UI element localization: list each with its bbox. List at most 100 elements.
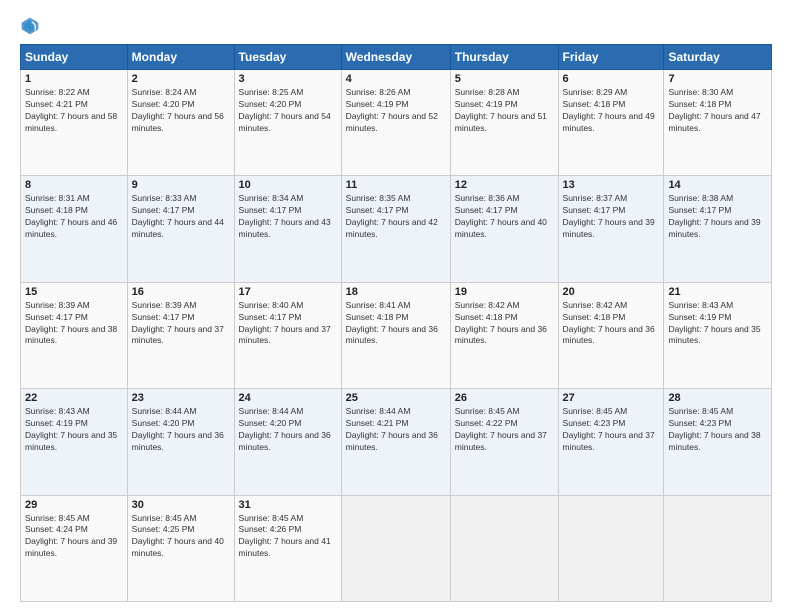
weekday-header-wednesday: Wednesday [341, 45, 450, 70]
day-info: Sunrise: 8:36 AMSunset: 4:17 PMDaylight:… [455, 193, 547, 239]
day-number: 26 [455, 392, 554, 404]
calendar-cell: 16 Sunrise: 8:39 AMSunset: 4:17 PMDaylig… [127, 282, 234, 388]
calendar-cell: 29 Sunrise: 8:45 AMSunset: 4:24 PMDaylig… [21, 495, 128, 601]
day-number: 27 [563, 392, 660, 404]
day-info: Sunrise: 8:25 AMSunset: 4:20 PMDaylight:… [239, 87, 331, 133]
logo [20, 16, 48, 36]
calendar-cell [558, 495, 664, 601]
day-info: Sunrise: 8:45 AMSunset: 4:23 PMDaylight:… [563, 406, 655, 452]
day-info: Sunrise: 8:39 AMSunset: 4:17 PMDaylight:… [25, 300, 117, 346]
calendar-cell: 20 Sunrise: 8:42 AMSunset: 4:18 PMDaylig… [558, 282, 664, 388]
day-number: 4 [346, 73, 446, 85]
day-info: Sunrise: 8:28 AMSunset: 4:19 PMDaylight:… [455, 87, 547, 133]
day-info: Sunrise: 8:34 AMSunset: 4:17 PMDaylight:… [239, 193, 331, 239]
calendar-cell: 30 Sunrise: 8:45 AMSunset: 4:25 PMDaylig… [127, 495, 234, 601]
weekday-header-sunday: Sunday [21, 45, 128, 70]
day-info: Sunrise: 8:30 AMSunset: 4:18 PMDaylight:… [668, 87, 760, 133]
calendar-cell [664, 495, 772, 601]
day-info: Sunrise: 8:33 AMSunset: 4:17 PMDaylight:… [132, 193, 224, 239]
day-info: Sunrise: 8:45 AMSunset: 4:25 PMDaylight:… [132, 513, 224, 559]
calendar-cell: 14 Sunrise: 8:38 AMSunset: 4:17 PMDaylig… [664, 176, 772, 282]
logo-area [20, 16, 48, 36]
day-number: 24 [239, 392, 337, 404]
calendar-cell: 31 Sunrise: 8:45 AMSunset: 4:26 PMDaylig… [234, 495, 341, 601]
week-row-1: 8 Sunrise: 8:31 AMSunset: 4:18 PMDayligh… [21, 176, 772, 282]
header [20, 16, 772, 36]
calendar-cell: 2 Sunrise: 8:24 AMSunset: 4:20 PMDayligh… [127, 70, 234, 176]
calendar-cell: 5 Sunrise: 8:28 AMSunset: 4:19 PMDayligh… [450, 70, 558, 176]
calendar-cell: 21 Sunrise: 8:43 AMSunset: 4:19 PMDaylig… [664, 282, 772, 388]
day-info: Sunrise: 8:26 AMSunset: 4:19 PMDaylight:… [346, 87, 438, 133]
day-info: Sunrise: 8:43 AMSunset: 4:19 PMDaylight:… [25, 406, 117, 452]
calendar-cell: 19 Sunrise: 8:42 AMSunset: 4:18 PMDaylig… [450, 282, 558, 388]
day-number: 7 [668, 73, 767, 85]
day-number: 20 [563, 286, 660, 298]
day-number: 21 [668, 286, 767, 298]
calendar-cell: 8 Sunrise: 8:31 AMSunset: 4:18 PMDayligh… [21, 176, 128, 282]
day-info: Sunrise: 8:40 AMSunset: 4:17 PMDaylight:… [239, 300, 331, 346]
weekday-header-row: SundayMondayTuesdayWednesdayThursdayFrid… [21, 45, 772, 70]
page: SundayMondayTuesdayWednesdayThursdayFrid… [0, 0, 792, 612]
day-number: 30 [132, 499, 230, 511]
calendar-cell [341, 495, 450, 601]
calendar-cell: 15 Sunrise: 8:39 AMSunset: 4:17 PMDaylig… [21, 282, 128, 388]
day-number: 6 [563, 73, 660, 85]
calendar-cell: 9 Sunrise: 8:33 AMSunset: 4:17 PMDayligh… [127, 176, 234, 282]
day-number: 11 [346, 179, 446, 191]
day-number: 2 [132, 73, 230, 85]
calendar-cell: 10 Sunrise: 8:34 AMSunset: 4:17 PMDaylig… [234, 176, 341, 282]
calendar-cell: 7 Sunrise: 8:30 AMSunset: 4:18 PMDayligh… [664, 70, 772, 176]
calendar-cell: 24 Sunrise: 8:44 AMSunset: 4:20 PMDaylig… [234, 389, 341, 495]
day-number: 25 [346, 392, 446, 404]
day-info: Sunrise: 8:43 AMSunset: 4:19 PMDaylight:… [668, 300, 760, 346]
day-info: Sunrise: 8:41 AMSunset: 4:18 PMDaylight:… [346, 300, 438, 346]
day-info: Sunrise: 8:31 AMSunset: 4:18 PMDaylight:… [25, 193, 117, 239]
calendar-table: SundayMondayTuesdayWednesdayThursdayFrid… [20, 44, 772, 602]
day-info: Sunrise: 8:22 AMSunset: 4:21 PMDaylight:… [25, 87, 117, 133]
day-number: 14 [668, 179, 767, 191]
day-number: 23 [132, 392, 230, 404]
day-number: 16 [132, 286, 230, 298]
day-number: 17 [239, 286, 337, 298]
weekday-header-saturday: Saturday [664, 45, 772, 70]
day-info: Sunrise: 8:29 AMSunset: 4:18 PMDaylight:… [563, 87, 655, 133]
day-number: 19 [455, 286, 554, 298]
day-info: Sunrise: 8:24 AMSunset: 4:20 PMDaylight:… [132, 87, 224, 133]
day-info: Sunrise: 8:44 AMSunset: 4:20 PMDaylight:… [132, 406, 224, 452]
calendar-cell: 4 Sunrise: 8:26 AMSunset: 4:19 PMDayligh… [341, 70, 450, 176]
weekday-header-monday: Monday [127, 45, 234, 70]
day-number: 22 [25, 392, 123, 404]
day-number: 12 [455, 179, 554, 191]
weekday-header-friday: Friday [558, 45, 664, 70]
day-number: 3 [239, 73, 337, 85]
calendar-cell: 28 Sunrise: 8:45 AMSunset: 4:23 PMDaylig… [664, 389, 772, 495]
day-info: Sunrise: 8:42 AMSunset: 4:18 PMDaylight:… [563, 300, 655, 346]
calendar-cell: 1 Sunrise: 8:22 AMSunset: 4:21 PMDayligh… [21, 70, 128, 176]
calendar-cell: 25 Sunrise: 8:44 AMSunset: 4:21 PMDaylig… [341, 389, 450, 495]
week-row-2: 15 Sunrise: 8:39 AMSunset: 4:17 PMDaylig… [21, 282, 772, 388]
day-number: 10 [239, 179, 337, 191]
week-row-3: 22 Sunrise: 8:43 AMSunset: 4:19 PMDaylig… [21, 389, 772, 495]
calendar-cell: 13 Sunrise: 8:37 AMSunset: 4:17 PMDaylig… [558, 176, 664, 282]
day-number: 13 [563, 179, 660, 191]
day-number: 5 [455, 73, 554, 85]
calendar-cell: 27 Sunrise: 8:45 AMSunset: 4:23 PMDaylig… [558, 389, 664, 495]
day-info: Sunrise: 8:44 AMSunset: 4:20 PMDaylight:… [239, 406, 331, 452]
weekday-header-thursday: Thursday [450, 45, 558, 70]
calendar-cell: 23 Sunrise: 8:44 AMSunset: 4:20 PMDaylig… [127, 389, 234, 495]
day-info: Sunrise: 8:45 AMSunset: 4:23 PMDaylight:… [668, 406, 760, 452]
day-number: 1 [25, 73, 123, 85]
calendar-cell: 6 Sunrise: 8:29 AMSunset: 4:18 PMDayligh… [558, 70, 664, 176]
day-number: 8 [25, 179, 123, 191]
day-info: Sunrise: 8:39 AMSunset: 4:17 PMDaylight:… [132, 300, 224, 346]
weekday-header-tuesday: Tuesday [234, 45, 341, 70]
day-number: 15 [25, 286, 123, 298]
day-info: Sunrise: 8:44 AMSunset: 4:21 PMDaylight:… [346, 406, 438, 452]
week-row-4: 29 Sunrise: 8:45 AMSunset: 4:24 PMDaylig… [21, 495, 772, 601]
calendar-cell: 17 Sunrise: 8:40 AMSunset: 4:17 PMDaylig… [234, 282, 341, 388]
calendar-cell: 18 Sunrise: 8:41 AMSunset: 4:18 PMDaylig… [341, 282, 450, 388]
day-number: 31 [239, 499, 337, 511]
day-number: 28 [668, 392, 767, 404]
day-number: 9 [132, 179, 230, 191]
day-info: Sunrise: 8:42 AMSunset: 4:18 PMDaylight:… [455, 300, 547, 346]
